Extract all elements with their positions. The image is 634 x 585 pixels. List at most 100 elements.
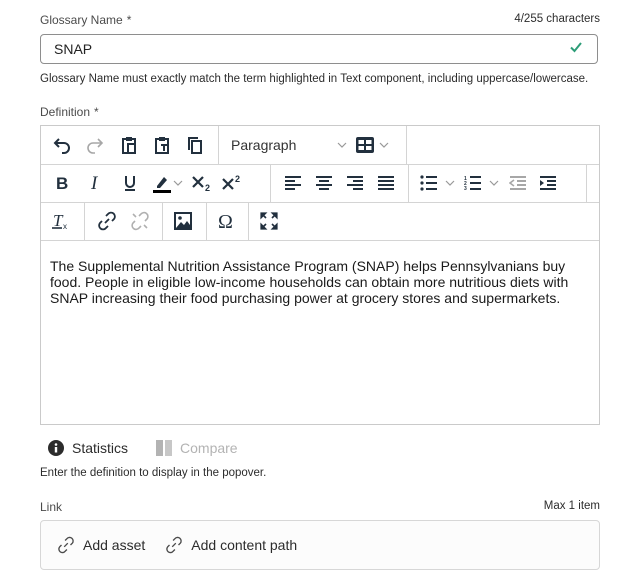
fullscreen-button[interactable] bbox=[252, 206, 286, 236]
undo-icon bbox=[53, 138, 70, 154]
special-char-group: Ω bbox=[207, 202, 249, 240]
rich-text-editor: Paragraph B I 2 2 123 T x Ω The Suppleme… bbox=[40, 125, 600, 425]
chevron-down-icon bbox=[379, 142, 389, 148]
glossary-name-field[interactable] bbox=[40, 34, 598, 64]
paste-button[interactable] bbox=[112, 130, 145, 160]
link-button[interactable] bbox=[91, 206, 124, 236]
superscript-icon: 2 bbox=[222, 174, 240, 190]
outdent-button[interactable] bbox=[503, 168, 533, 198]
indent-button[interactable] bbox=[533, 168, 563, 198]
checkmark-icon bbox=[570, 42, 582, 53]
link-icon bbox=[98, 211, 117, 231]
svg-text:B: B bbox=[56, 174, 68, 192]
paragraph-select-value: Paragraph bbox=[231, 137, 297, 153]
definition-help: Enter the definition to display in the p… bbox=[40, 467, 267, 479]
subscript-icon: 2 bbox=[192, 176, 210, 193]
align-left-button[interactable] bbox=[277, 168, 308, 198]
link-icon bbox=[58, 536, 74, 554]
align-center-icon bbox=[315, 176, 332, 190]
fullscreen-icon bbox=[260, 212, 278, 230]
indent-icon bbox=[540, 176, 556, 190]
svg-text:3: 3 bbox=[464, 186, 467, 191]
table-button[interactable] bbox=[353, 130, 377, 160]
required-mark: * bbox=[126, 13, 132, 27]
image-button[interactable] bbox=[166, 206, 200, 236]
svg-text:x: x bbox=[63, 222, 67, 231]
clear-group: Tx bbox=[41, 202, 85, 240]
bullet-list-icon bbox=[420, 175, 437, 191]
list-group: 123 bbox=[409, 164, 587, 202]
image-group bbox=[163, 202, 207, 240]
add-asset-button[interactable]: Add asset bbox=[57, 536, 145, 554]
special-char-button[interactable]: Ω bbox=[210, 206, 244, 236]
underline-button[interactable] bbox=[113, 168, 147, 198]
glossary-name-label: Glossary Name * bbox=[40, 13, 132, 27]
tab-statistics[interactable]: Statistics bbox=[48, 440, 128, 456]
toolbar-row-3: Tx Ω bbox=[41, 202, 599, 241]
link-box: Add asset Add content path bbox=[40, 520, 600, 570]
svg-text:I: I bbox=[90, 174, 99, 192]
bold-button[interactable]: B bbox=[45, 168, 79, 198]
svg-text:2: 2 bbox=[235, 174, 240, 184]
justify-icon bbox=[378, 176, 395, 190]
underline-icon bbox=[125, 176, 135, 191]
copy-format-icon bbox=[188, 137, 203, 154]
table-dropdown[interactable] bbox=[377, 130, 391, 160]
align-left-icon bbox=[284, 176, 301, 190]
toolbar-row-2: B I 2 2 123 bbox=[41, 164, 599, 203]
add-content-path-button[interactable]: Add content path bbox=[165, 536, 297, 554]
outdent-icon bbox=[509, 176, 526, 190]
align-center-button[interactable] bbox=[308, 168, 339, 198]
link-label: Link bbox=[40, 500, 63, 514]
numbered-list-button[interactable]: 123 bbox=[459, 168, 487, 198]
paste-icon bbox=[121, 137, 136, 154]
bold-icon: B bbox=[56, 174, 68, 192]
superscript-button[interactable]: 2 bbox=[217, 168, 247, 198]
undo-button[interactable] bbox=[45, 130, 78, 160]
toolbar-row-1: Paragraph bbox=[41, 126, 599, 165]
chevron-down-icon bbox=[445, 180, 455, 186]
bullet-list-button[interactable] bbox=[415, 168, 443, 198]
align-right-button[interactable] bbox=[340, 168, 371, 198]
image-icon bbox=[174, 212, 192, 230]
copy-format-button[interactable] bbox=[179, 130, 212, 160]
info-icon bbox=[48, 440, 64, 456]
definition-label: Definition * bbox=[40, 105, 99, 119]
subscript-button[interactable]: 2 bbox=[187, 168, 217, 198]
clear-format-icon: Tx bbox=[52, 211, 67, 231]
alignment-group bbox=[271, 164, 409, 202]
italic-button[interactable]: I bbox=[79, 168, 113, 198]
chevron-down-icon bbox=[337, 142, 347, 148]
glossary-name-input[interactable] bbox=[52, 40, 536, 58]
unlink-icon bbox=[131, 211, 149, 231]
char-count: 4/255 characters bbox=[514, 13, 600, 25]
format-group: Paragraph bbox=[219, 126, 407, 164]
highlight-icon bbox=[153, 177, 171, 193]
paste-as-text-button[interactable] bbox=[145, 130, 178, 160]
definition-content[interactable]: The Supplemental Nutrition Assistance Pr… bbox=[50, 258, 587, 306]
chevron-down-icon bbox=[173, 180, 183, 186]
fullscreen-group bbox=[249, 202, 293, 240]
paste-as-text-icon bbox=[154, 137, 169, 154]
highlight-dropdown[interactable] bbox=[171, 168, 185, 198]
clipboard-group bbox=[41, 126, 219, 164]
redo-button[interactable] bbox=[78, 130, 111, 160]
glossary-name-help: Glossary Name must exactly match the ter… bbox=[40, 73, 589, 85]
chevron-down-icon bbox=[489, 180, 499, 186]
text-style-group: B I 2 2 bbox=[41, 164, 271, 202]
clear-format-button[interactable]: Tx bbox=[44, 206, 78, 236]
justify-button[interactable] bbox=[371, 168, 402, 198]
paragraph-select[interactable]: Paragraph bbox=[225, 130, 353, 160]
numbered-list-dropdown[interactable] bbox=[487, 168, 501, 198]
redo-icon bbox=[87, 138, 104, 154]
compare-icon bbox=[156, 440, 173, 456]
tab-compare[interactable]: Compare bbox=[156, 440, 238, 456]
svg-text:2: 2 bbox=[205, 183, 210, 193]
italic-icon: I bbox=[90, 174, 99, 192]
link-icon bbox=[166, 536, 183, 554]
special-char-icon: Ω bbox=[218, 211, 233, 231]
svg-text:Ω: Ω bbox=[218, 211, 233, 231]
bullet-list-dropdown[interactable] bbox=[443, 168, 457, 198]
unlink-button[interactable] bbox=[124, 206, 157, 236]
definition-tabs: Statistics Compare bbox=[48, 440, 266, 456]
